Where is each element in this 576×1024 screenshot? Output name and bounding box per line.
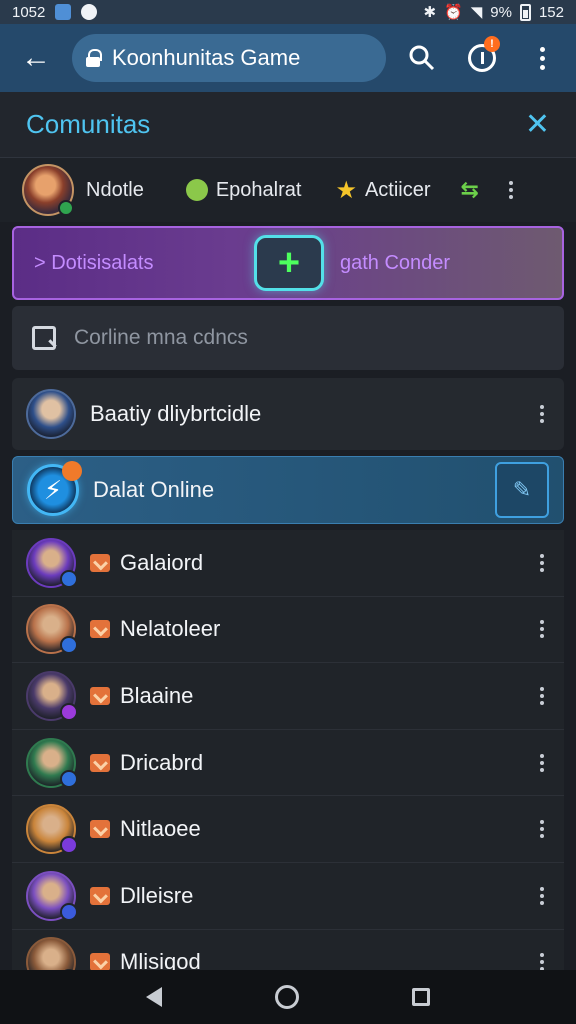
list-item[interactable]: Blaaine bbox=[12, 663, 564, 730]
status-clock-right: 152 bbox=[538, 3, 564, 21]
panel-title: Comunitas bbox=[26, 109, 151, 139]
swap-icon[interactable]: ⇆ bbox=[461, 177, 479, 203]
battery-percent: 9% bbox=[490, 3, 512, 21]
shield-icon bbox=[90, 686, 110, 705]
app-notification-icon bbox=[55, 4, 72, 20]
list-item[interactable]: Dricabrd bbox=[12, 729, 564, 797]
tabs-badge: ! bbox=[484, 36, 500, 52]
more-vert-icon[interactable] bbox=[540, 820, 544, 839]
list-item[interactable]: Baatiy dliybrtcidle bbox=[12, 378, 564, 450]
list-item[interactable]: Galaiord bbox=[12, 530, 564, 597]
star-icon: ★ bbox=[335, 176, 357, 204]
bluetooth-icon: ✱ bbox=[423, 4, 437, 21]
filter-row: Ndotle Epohalrat ★ Actiicer ⇆ bbox=[0, 158, 576, 222]
filter-chip-epohalrat[interactable]: Epohalrat bbox=[185, 178, 302, 202]
more-vert-icon[interactable] bbox=[540, 686, 544, 705]
promo-right-text: gath Conder bbox=[340, 251, 451, 274]
pencil-icon: ✎ bbox=[512, 477, 532, 502]
more-vert-icon[interactable] bbox=[540, 886, 544, 905]
filter-chip-actiicer[interactable]: ★ Actiicer bbox=[335, 176, 430, 205]
tabs-button[interactable]: ! bbox=[452, 24, 512, 92]
role-badge-icon bbox=[60, 636, 78, 655]
url-text: Koonhunitas Game bbox=[112, 45, 301, 70]
battery-icon bbox=[519, 3, 531, 21]
more-vert-icon[interactable] bbox=[540, 405, 544, 423]
community-items: Galaiord Nelatoleer Blaaine Dricabrd Nitlaoe… bbox=[12, 530, 564, 997]
filter-label: Epohalrat bbox=[215, 178, 302, 201]
wifi-icon: ◥ bbox=[470, 4, 483, 21]
plus-icon: + bbox=[277, 241, 301, 284]
shield-icon bbox=[90, 820, 110, 839]
role-badge-icon bbox=[60, 569, 78, 588]
avatar bbox=[26, 389, 76, 439]
face-icon bbox=[185, 179, 208, 201]
item-name: Galaiord bbox=[120, 549, 204, 575]
status-time: 1052 bbox=[12, 3, 46, 21]
user-avatar[interactable] bbox=[22, 164, 74, 216]
url-bar[interactable]: Koonhunitas Game bbox=[72, 34, 386, 82]
alarm-icon: ⏰ bbox=[444, 4, 463, 21]
add-button[interactable]: + bbox=[254, 235, 324, 291]
item-name: Dricabrd bbox=[120, 749, 204, 775]
filter-label: Ndotle bbox=[86, 178, 144, 201]
avatar bbox=[26, 537, 78, 588]
role-badge-icon bbox=[60, 769, 78, 788]
promo-left-text: > Dotisisalats bbox=[34, 251, 154, 274]
wrench-badge-icon bbox=[62, 461, 82, 481]
filter-chip-ndotle[interactable]: Ndotle bbox=[86, 179, 144, 202]
lightning-icon: ⚡ bbox=[27, 461, 82, 516]
avatar bbox=[26, 737, 78, 788]
shield-icon bbox=[90, 553, 110, 572]
item-name: Dlleisre bbox=[120, 882, 194, 908]
list-item[interactable]: Dlleisre bbox=[12, 862, 564, 930]
edit-button[interactable]: ✎ bbox=[495, 462, 549, 518]
system-nav-bar bbox=[0, 970, 576, 1024]
search-input[interactable]: Corline mna cdncs bbox=[12, 306, 564, 370]
avatar bbox=[26, 804, 78, 855]
shield-icon bbox=[90, 753, 110, 772]
lock-icon bbox=[86, 49, 102, 67]
search-icon bbox=[32, 326, 56, 350]
status-bar: 1052 ✱ ⏰ ◥ 9% 152 bbox=[0, 0, 576, 24]
nav-recents-icon[interactable] bbox=[411, 988, 430, 1006]
item-name: Blaaine bbox=[120, 682, 194, 708]
close-icon[interactable]: ✕ bbox=[525, 107, 550, 142]
more-vert-icon[interactable] bbox=[540, 953, 544, 972]
community-list: Baatiy dliybrtcidle ⚡ Dalat Online ✎ Gal… bbox=[12, 378, 564, 997]
filter-label: Actiicer bbox=[364, 178, 431, 201]
avatar bbox=[26, 870, 78, 921]
role-badge-icon bbox=[60, 836, 78, 855]
shield-icon bbox=[90, 886, 110, 905]
nav-back-icon[interactable] bbox=[146, 987, 163, 1007]
more-vert-icon[interactable] bbox=[540, 553, 544, 572]
avatar bbox=[26, 604, 78, 655]
search-icon bbox=[409, 45, 435, 71]
overflow-menu-button[interactable] bbox=[512, 24, 572, 92]
selected-list-item[interactable]: ⚡ Dalat Online ✎ bbox=[12, 456, 564, 524]
online-dot bbox=[58, 200, 74, 216]
nav-home-icon[interactable] bbox=[274, 985, 299, 1009]
list-item[interactable]: Nelatoleer bbox=[12, 596, 564, 664]
shield-icon bbox=[90, 620, 110, 639]
more-vert-icon[interactable] bbox=[508, 181, 513, 199]
item-name: Dalat Online bbox=[93, 477, 215, 502]
search-placeholder: Corline mna cdncs bbox=[74, 326, 248, 349]
shield-icon bbox=[90, 953, 110, 972]
browser-toolbar: ← Koonhunitas Game ! bbox=[0, 24, 576, 92]
more-vert-icon bbox=[539, 46, 545, 70]
item-name: Nelatoleer bbox=[120, 616, 221, 642]
search-button[interactable] bbox=[392, 24, 452, 92]
notification-icon bbox=[81, 4, 98, 20]
more-vert-icon[interactable] bbox=[540, 753, 544, 772]
avatar bbox=[26, 670, 78, 721]
panel-header: Comunitas ✕ bbox=[0, 92, 576, 158]
back-arrow-icon[interactable]: ← bbox=[0, 24, 72, 92]
item-name: Nitlaoee bbox=[120, 816, 201, 842]
item-name: Baatiy dliybrtcidle bbox=[90, 401, 262, 426]
list-item[interactable]: Nitlaoee bbox=[12, 796, 564, 863]
role-badge-icon bbox=[60, 702, 78, 721]
role-badge-icon bbox=[60, 902, 78, 921]
more-vert-icon[interactable] bbox=[540, 620, 544, 639]
promo-banner[interactable]: > Dotisisalats + gath Conder bbox=[12, 226, 564, 300]
